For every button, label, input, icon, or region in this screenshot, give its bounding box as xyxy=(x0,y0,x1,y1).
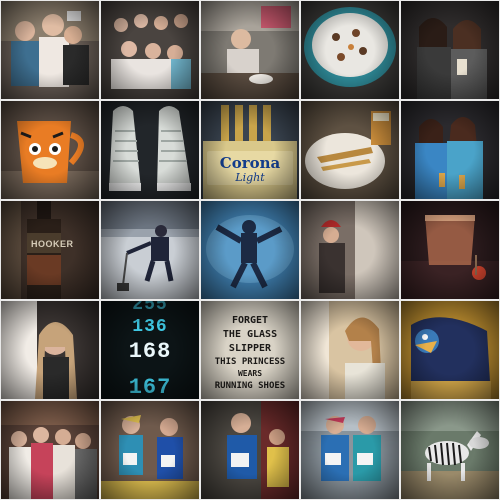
brand-name: Corona xyxy=(219,154,281,172)
family-photo xyxy=(1,1,99,99)
photo-tile-runner-with-bib[interactable] xyxy=(201,401,299,499)
photo-tile-family[interactable] xyxy=(1,1,99,99)
photo-tile-group-of-women[interactable] xyxy=(1,401,99,499)
photo-tile-tigger-mug[interactable] xyxy=(1,101,99,199)
photo-tile-person-in-hat[interactable] xyxy=(301,201,399,299)
scoreboard-number: 168 xyxy=(128,339,172,364)
friends-at-bar xyxy=(401,101,499,199)
runner-with-bib xyxy=(201,401,299,499)
scoreboard-number: 255 xyxy=(132,301,168,315)
tigger-mug xyxy=(1,101,99,199)
group-of-women xyxy=(1,401,99,499)
beer-bottle xyxy=(1,201,99,299)
photo-tile-two-friends[interactable] xyxy=(401,1,499,99)
photo-tile-race-runners[interactable] xyxy=(101,401,199,499)
race-runners xyxy=(101,401,199,499)
brand-variant: Light xyxy=(235,171,265,184)
scoreboard-number: 136 xyxy=(132,317,168,337)
photo-tile-bowl[interactable] xyxy=(301,1,399,99)
photo-tile-zebras[interactable] xyxy=(401,401,499,499)
photo-collage-grid: Corona Light HOOKER 255 136 168 167 FORG… xyxy=(0,0,500,500)
food-basket xyxy=(301,101,399,199)
photo-tile-snow-shoveling[interactable] xyxy=(101,201,199,299)
photo-tile-two-runners[interactable] xyxy=(301,401,399,499)
woman-profile xyxy=(301,301,399,399)
two-friends xyxy=(401,1,499,99)
corona-light-label: Corona Light xyxy=(207,151,293,185)
photo-tile-snow-angel[interactable] xyxy=(201,201,299,299)
woman-portrait xyxy=(1,301,99,399)
photo-tile-woman-portrait[interactable] xyxy=(1,301,99,399)
snow-angel xyxy=(201,201,299,299)
photo-tile-dinner[interactable] xyxy=(201,1,299,99)
slogan-line: FORGET xyxy=(231,315,269,326)
photo-tile-food-basket[interactable] xyxy=(301,101,399,199)
zebras xyxy=(401,401,499,499)
photo-tile-drink-glass[interactable] xyxy=(401,201,499,299)
person-in-hat xyxy=(301,201,399,299)
photo-tile-scoreboard[interactable]: 255 136 168 167 xyxy=(101,301,199,399)
slogan-line: SLIPPER xyxy=(228,343,272,354)
photo-tile-friends-at-bar[interactable] xyxy=(401,101,499,199)
bowl-of-snacks xyxy=(301,1,399,99)
group-photo xyxy=(101,1,199,99)
scoreboard-number: 167 xyxy=(128,375,172,399)
slogan-line: RUNNING SHOES xyxy=(214,381,286,391)
slogan-line: WEARS xyxy=(237,369,263,378)
photo-tile-beer-bottle[interactable]: HOOKER xyxy=(1,201,99,299)
race-scoreboard: 255 136 168 167 xyxy=(101,301,199,399)
bottle-label-text: HOOKER xyxy=(31,239,74,249)
t-shirt-slogan: FORGET THE GLASS SLIPPER THIS PRINCESS W… xyxy=(201,301,299,399)
photo-tile-group[interactable] xyxy=(101,1,199,99)
costume-character xyxy=(401,301,499,399)
drink-glass xyxy=(401,201,499,299)
slogan-line: THE GLASS xyxy=(222,329,278,340)
photo-tile-sneakers[interactable] xyxy=(101,101,199,199)
slogan-line: THIS PRINCESS xyxy=(214,357,286,367)
photo-tile-costume-character[interactable] xyxy=(401,301,499,399)
two-runners xyxy=(301,401,399,499)
photo-tile-t-shirt[interactable]: FORGET THE GLASS SLIPPER THIS PRINCESS W… xyxy=(201,301,299,399)
photo-tile-beer-box[interactable]: Corona Light xyxy=(201,101,299,199)
sneakers xyxy=(101,101,199,199)
photo-tile-woman-profile[interactable] xyxy=(301,301,399,399)
dinner-table xyxy=(201,1,299,99)
person-shoveling-snow xyxy=(101,201,199,299)
